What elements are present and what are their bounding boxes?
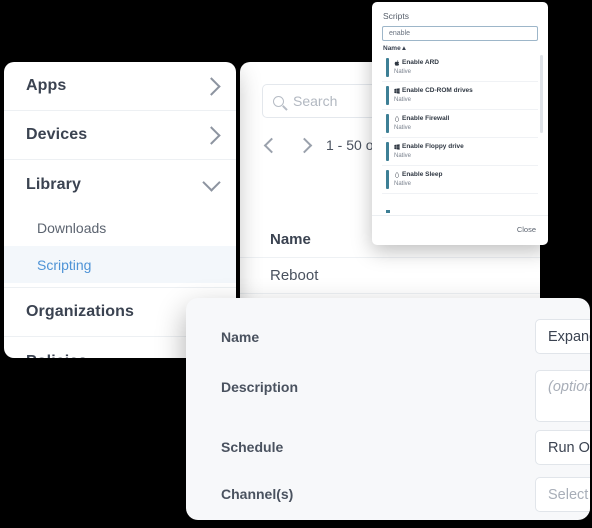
popup-search-value: enable	[389, 30, 411, 37]
popup-footer: Close	[372, 215, 548, 245]
accent-bar	[386, 170, 389, 189]
screenshot-stage: Apps Devices Library Downloads Scripting…	[0, 0, 592, 528]
channels-multiselect[interactable]: Select Multiple...	[535, 477, 590, 512]
chevron-right-icon	[202, 76, 221, 96]
sidebar-item-label: Devices	[26, 126, 88, 143]
list-item[interactable]: Enable Sleep Native	[382, 166, 538, 194]
list-item-name: Enable Floppy drive	[402, 143, 464, 150]
search-icon	[273, 95, 284, 107]
name-label: Name	[221, 329, 260, 345]
list-item[interactable]: Enable Firewall Native	[382, 110, 538, 138]
channels-placeholder: Select Multiple...	[548, 486, 590, 503]
list-item[interactable]: Enable ARD Native	[382, 54, 538, 82]
schedule-label: Schedule	[221, 439, 284, 455]
close-button[interactable]: Close	[517, 225, 536, 234]
sidebar-item-label: Policies	[26, 353, 87, 359]
popup-scrollbar[interactable]	[540, 55, 543, 133]
chevron-down-icon	[202, 173, 221, 192]
popup-sort-header[interactable]: Name▲	[383, 45, 407, 52]
list-item-subtitle: Native	[394, 181, 412, 187]
chevron-left-icon[interactable]	[263, 137, 280, 153]
sidebar-item-label: Library	[26, 175, 81, 193]
sidebar-item-scripting[interactable]: Scripting	[4, 246, 236, 283]
sidebar-item-label: Apps	[26, 77, 67, 94]
list-item-title-row: Enable Sleep	[394, 170, 538, 179]
windows-icon	[394, 143, 400, 150]
list-item-name: Enable Sleep	[402, 171, 443, 178]
table-cell-name: Reboot	[270, 267, 319, 284]
sidebar-item-devices[interactable]: Devices	[4, 111, 236, 160]
popup-search-input[interactable]: enable	[382, 26, 538, 41]
list-item-subtitle: Native	[394, 69, 412, 75]
list-item-title-row: Enable Floppy drive	[394, 142, 538, 151]
script-form-panel: Name Expand Logging Description (optiona…	[186, 298, 590, 520]
sidebar-item-apps[interactable]: Apps	[4, 62, 236, 111]
scripts-picker-popup: Scripts enable Name▲ Enable ARD Native E…	[372, 2, 548, 245]
sidebar-item-label: Scripting	[37, 256, 92, 273]
popup-script-list[interactable]: Enable ARD Native Enable CD-ROM drives N…	[382, 54, 538, 206]
popup-title: Scripts	[383, 11, 409, 21]
list-item[interactable]: Enable CD-ROM drives Native	[382, 82, 538, 110]
name-field[interactable]: Expand Logging	[535, 319, 590, 354]
list-item-title-row: Enable Firewall	[394, 114, 538, 123]
linux-icon	[395, 115, 399, 122]
schedule-value: Run Once Immediately	[548, 439, 590, 456]
library-children: Downloads Scripting	[4, 209, 236, 288]
chevron-right-icon[interactable]	[296, 137, 313, 153]
list-item-name: Enable ARD	[402, 59, 439, 66]
description-placeholder: (optional)	[548, 379, 590, 395]
chevron-right-icon	[202, 125, 221, 145]
description-field[interactable]: (optional)	[535, 370, 590, 422]
sidebar-item-library[interactable]: Library	[4, 160, 236, 209]
list-item-title-row: Enable ARD	[394, 58, 538, 67]
name-field-value: Expand Logging	[548, 328, 590, 345]
list-item-subtitle: Native	[394, 153, 412, 159]
list-item-name: Enable Firewall	[402, 115, 450, 122]
accent-bar	[386, 142, 389, 161]
search-placeholder: Search	[293, 93, 338, 109]
list-item-subtitle: Native	[394, 125, 412, 131]
sidebar-item-label: Organizations	[26, 303, 134, 320]
list-item-name: Enable CD-ROM drives	[402, 87, 473, 94]
accent-bar	[386, 58, 389, 77]
accent-bar	[386, 114, 389, 133]
linux-icon	[395, 171, 399, 178]
pagination: 1 - 50 of	[262, 132, 377, 158]
pagination-range: 1 - 50 of	[326, 137, 378, 153]
sidebar-item-label: Downloads	[37, 219, 107, 236]
channels-label: Channel(s)	[221, 486, 294, 502]
column-header-label: Name	[270, 231, 311, 248]
windows-icon	[394, 87, 400, 94]
table-row[interactable]: Reboot	[240, 258, 540, 294]
sort-ascending-icon: ▲	[400, 45, 408, 52]
list-item-subtitle: Native	[394, 97, 412, 103]
apple-icon	[394, 59, 400, 66]
list-item[interactable]: Enable Floppy drive Native	[382, 138, 538, 166]
sidebar-item-downloads[interactable]: Downloads	[4, 209, 236, 246]
list-loading-indicator	[386, 210, 390, 213]
list-item-title-row: Enable CD-ROM drives	[394, 86, 538, 95]
popup-sort-label: Name	[383, 45, 401, 52]
schedule-select[interactable]: Run Once Immediately	[535, 430, 590, 465]
description-label: Description	[221, 379, 299, 395]
accent-bar	[386, 86, 389, 105]
